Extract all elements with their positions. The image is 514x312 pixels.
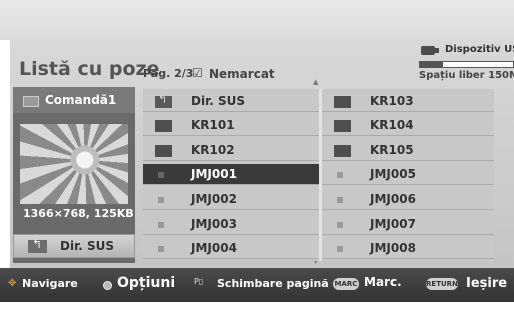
dir-up-button[interactable]: Dir. SUS — [13, 234, 135, 258]
navigation-arrows-icon: ✥ — [8, 278, 17, 289]
file-icon — [158, 172, 164, 179]
folder-icon — [334, 144, 351, 157]
usb-capacity-fill — [420, 62, 444, 67]
file-icon — [337, 221, 343, 228]
file-list-item[interactable]: JMJ001 — [143, 164, 319, 186]
file-icon — [158, 246, 164, 253]
footer-bar: ✥ Navigare Opțiuni P▯ Schimbare pagină M… — [0, 268, 514, 302]
file-list-item-label: JMJ002 — [191, 191, 237, 206]
file-list-item-label: JMJ004 — [191, 241, 237, 256]
file-icon — [158, 221, 164, 228]
folder-up-icon — [28, 237, 47, 253]
file-list-item-label: KR105 — [370, 142, 414, 157]
file-list-item[interactable]: JMJ008 — [322, 238, 494, 260]
mark-key-icon: MARC — [333, 278, 359, 290]
file-list-item[interactable]: KR103 — [322, 91, 494, 112]
file-list-item-label: KR101 — [191, 118, 235, 133]
file-list-item[interactable]: JMJ007 — [322, 214, 494, 235]
file-list-item[interactable]: KR105 — [322, 140, 494, 161]
file-list-item[interactable]: JMJ005 — [322, 164, 494, 186]
dir-up-button-label: Dir. SUS — [60, 239, 115, 253]
command-icon — [23, 96, 39, 107]
file-list-item[interactable]: KR104 — [322, 115, 494, 137]
file-list-item-label: JMJ008 — [370, 241, 416, 256]
file-list-item[interactable]: JMJ006 — [322, 189, 494, 210]
file-list-item-label: JMJ007 — [370, 216, 416, 231]
photo-list-screen: Listă cu poze Pag. 2/3 ☑ Nemarcat Dispoz… — [0, 0, 514, 312]
footer-page-change[interactable]: Schimbare pagină — [217, 277, 329, 290]
usb-icon — [421, 46, 439, 55]
usb-capacity-bar — [419, 61, 514, 68]
file-list-item-label: JMJ006 — [370, 191, 416, 206]
checkbox-icon[interactable]: ☑ — [192, 66, 203, 80]
file-list-item-label: Dir. SUS — [191, 93, 246, 108]
page-title: Listă cu poze — [19, 58, 160, 80]
page-key-icon: P▯ — [194, 277, 204, 286]
column-divider — [319, 89, 322, 261]
file-list-item-label: KR102 — [191, 142, 235, 157]
usb-device-label: Dispozitiv USB — [445, 44, 514, 55]
footer-exit[interactable]: Ieșire — [466, 276, 507, 291]
folder-up-icon — [155, 93, 172, 108]
usb-free-space: Spațiu liber 150MB — [419, 70, 514, 81]
return-key-icon: RETURN — [426, 278, 458, 290]
folder-icon — [155, 120, 172, 133]
scroll-up-arrow-icon[interactable]: ▲ — [313, 78, 318, 86]
footer-options[interactable]: Opțiuni — [117, 275, 175, 291]
file-icon — [158, 196, 164, 203]
page-indicator: Pag. 2/3 — [143, 67, 194, 80]
file-icon — [337, 172, 343, 179]
file-list-item[interactable]: JMJ002 — [143, 189, 319, 210]
footer-mark[interactable]: Marc. — [364, 275, 402, 289]
command-label: Comandă1 — [45, 93, 117, 107]
file-list-item-label: KR104 — [370, 118, 414, 133]
file-list-item-label: JMJ005 — [370, 167, 416, 182]
folder-icon — [155, 144, 172, 157]
file-list-item[interactable]: Dir. SUS — [143, 91, 319, 112]
folder-icon — [334, 120, 351, 133]
file-list-item-label: KR103 — [370, 93, 414, 108]
file-list-item[interactable]: KR101 — [143, 115, 319, 137]
unmark-label[interactable]: Nemarcat — [209, 67, 275, 81]
preview-header: Comandă1 — [13, 87, 135, 113]
preview-thumbnail — [20, 124, 128, 204]
options-button-icon — [103, 281, 112, 290]
file-icon — [337, 196, 343, 203]
file-list-item-label: JMJ001 — [191, 167, 237, 182]
file-list-item[interactable]: JMJ003 — [143, 214, 319, 235]
file-list-item-label: JMJ003 — [191, 216, 237, 231]
folder-icon — [334, 95, 351, 108]
preview-resolution: 1366×768, 125KB — [23, 207, 134, 220]
top-strip — [0, 0, 514, 40]
footer-navigate[interactable]: Navigare — [22, 277, 78, 290]
file-icon — [337, 246, 343, 253]
file-list-item[interactable]: KR102 — [143, 140, 319, 161]
file-list-item[interactable]: JMJ004 — [143, 238, 319, 260]
